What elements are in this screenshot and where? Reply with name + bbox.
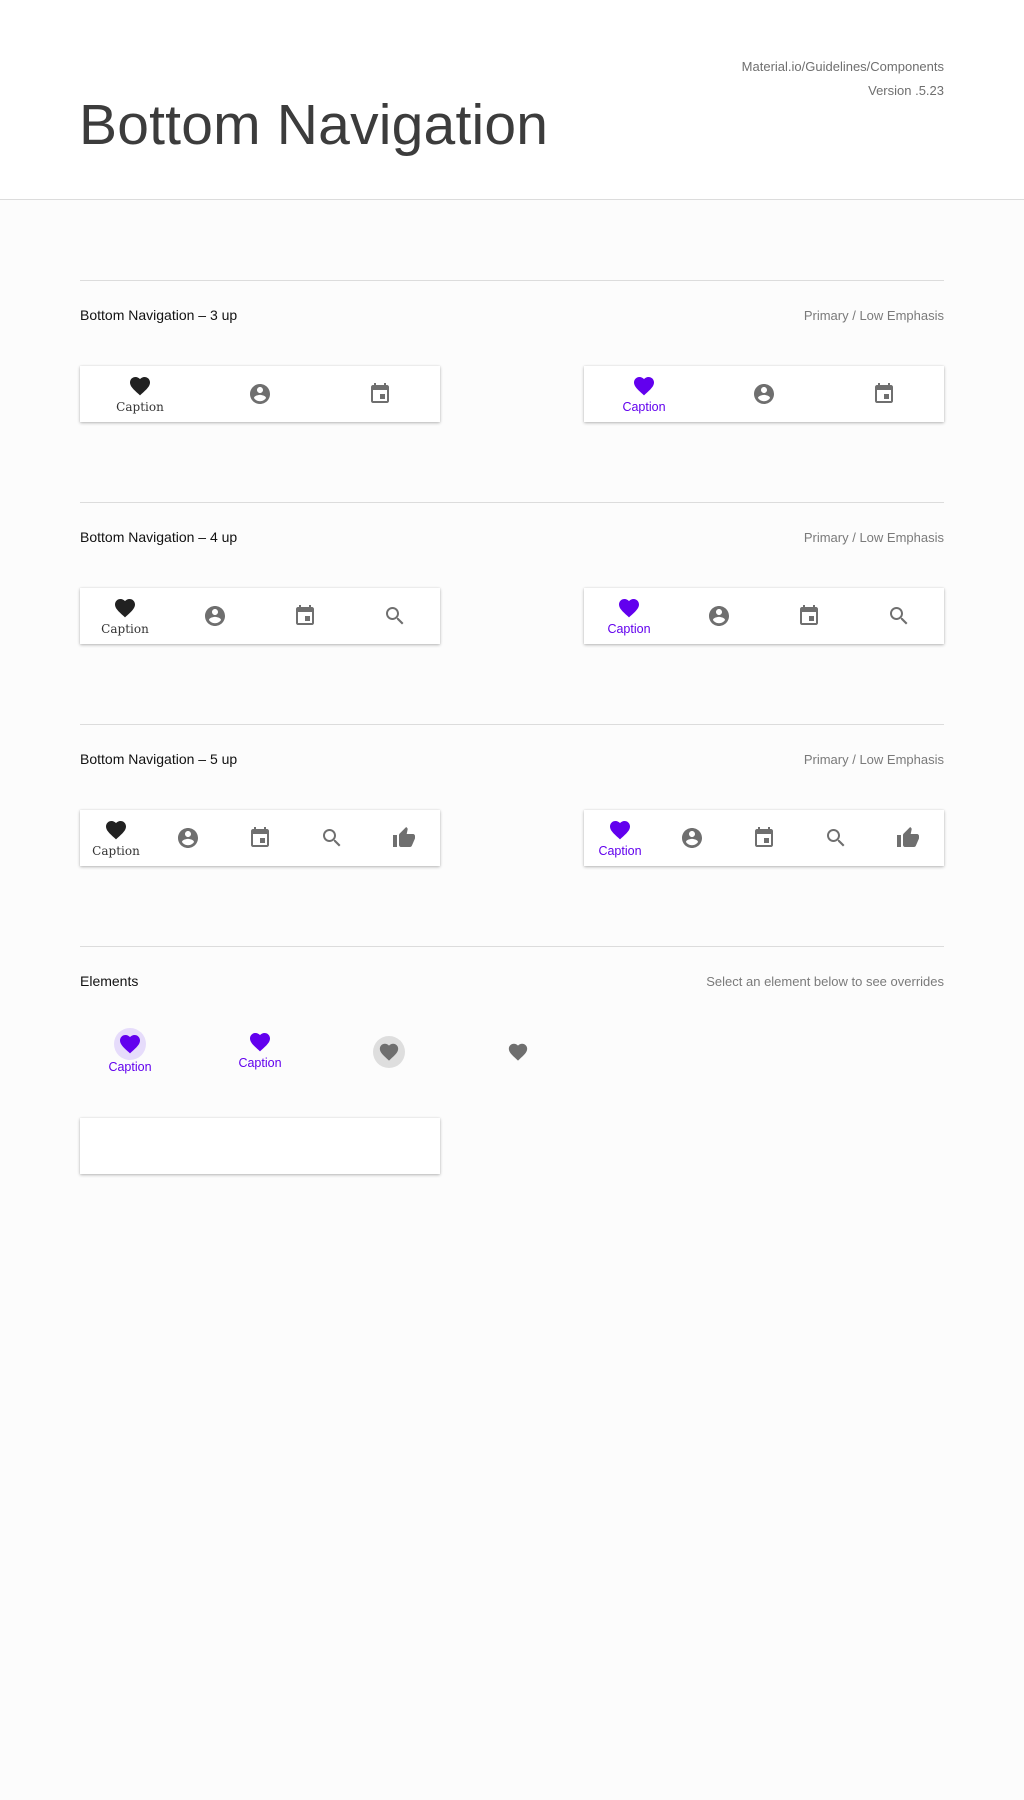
version-label: Version .5.23 [868,83,944,98]
heart-icon [115,599,135,618]
calendar-icon [800,605,818,625]
search-icon [386,607,404,625]
guidelines-path: Material.io/Guidelines/Components [741,59,944,74]
nav-caption: Caption [101,622,149,636]
bottom-nav-4up-primary: Caption [584,588,944,644]
nav-item-account[interactable] [704,366,824,422]
section-title: Bottom Navigation – 4 up [80,529,238,545]
section-subtitle: Primary / Low Emphasis [803,752,944,767]
heart-icon [508,1043,528,1061]
nav-item-account[interactable] [200,366,320,422]
section-subtitle: Primary / Low Emphasis [803,530,944,545]
nav-item-account[interactable] [656,810,728,866]
nav-item-favorites[interactable]: Caption [80,588,170,644]
nav-item-favorites[interactable]: Caption [584,810,656,866]
page-meta: Material.io/Guidelines/Components Versio… [742,55,944,103]
calendar-icon [371,383,389,403]
nav-item-search[interactable] [350,588,440,644]
focus-ripple [114,1028,146,1060]
focus-ripple [373,1036,405,1068]
calendar-icon [875,383,893,403]
nav-item-calendar[interactable] [260,588,350,644]
heart-icon [379,1043,399,1061]
account-circle-icon [205,606,225,626]
nav-item-calendar[interactable] [824,366,944,422]
nav-item-favorites[interactable]: Caption [584,588,674,644]
nav-item-favorites[interactable]: Caption [80,366,200,422]
heart-icon [634,377,654,396]
account-circle-icon [682,828,702,848]
element-inactive[interactable] [507,1041,529,1063]
heart-icon [120,1035,140,1054]
search-icon [827,829,845,847]
nav-item-like[interactable] [872,810,944,866]
calendar-icon [755,827,773,847]
nav-caption: Caption [598,844,642,858]
nav-item-search[interactable] [854,588,944,644]
heart-icon [106,821,126,840]
bottom-nav-5up-low-emphasis: Caption [80,810,440,866]
nav-item-account[interactable] [152,810,224,866]
nav-item-calendar[interactable] [764,588,854,644]
section-divider [80,946,944,947]
nav-item-search[interactable] [800,810,872,866]
bottom-nav-4up-low-emphasis: Caption [80,588,440,644]
element-active[interactable]: Caption [230,1030,290,1070]
heart-icon [250,1033,270,1052]
element-caption: Caption [108,1060,152,1074]
nav-item-calendar[interactable] [728,810,800,866]
section-subtitle: Select an element below to see overrides [706,974,944,989]
section-divider [80,502,944,503]
search-icon [323,829,341,847]
nav-item-account[interactable] [170,588,260,644]
bottom-nav-3up-low-emphasis: Caption [80,366,440,422]
bottom-nav-container-element[interactable] [80,1118,440,1174]
section-divider [80,280,944,281]
nav-item-calendar[interactable] [224,810,296,866]
search-icon [890,607,908,625]
heart-icon [610,821,630,840]
section-title: Bottom Navigation – 3 up [80,307,238,323]
nav-caption: Caption [92,844,140,858]
bottom-nav-3up-primary: Caption [584,366,944,422]
nav-caption: Caption [116,400,164,414]
account-circle-icon [178,828,198,848]
nav-item-favorites[interactable]: Caption [584,366,704,422]
heart-icon [130,377,150,396]
account-circle-icon [754,384,774,404]
thumb-up-icon [897,827,919,847]
element-caption: Caption [238,1056,282,1070]
nav-item-calendar[interactable] [320,366,440,422]
section-title: Bottom Navigation – 5 up [80,751,238,767]
page-header: Bottom Navigation Material.io/Guidelines… [0,0,1024,200]
account-circle-icon [250,384,270,404]
calendar-icon [251,827,269,847]
section-title: Elements [80,973,139,989]
section-subtitle: Primary / Low Emphasis [803,308,944,323]
heart-icon [619,599,639,618]
account-circle-icon [709,606,729,626]
nav-item-account[interactable] [674,588,764,644]
thumb-up-icon [393,827,415,847]
nav-caption: Caption [607,622,651,636]
element-active-focused[interactable]: Caption [100,1028,160,1074]
nav-caption: Caption [622,400,666,414]
element-inactive-focused[interactable] [373,1036,405,1068]
nav-item-search[interactable] [296,810,368,866]
nav-item-favorites[interactable]: Caption [80,810,152,866]
calendar-icon [296,605,314,625]
bottom-nav-5up-primary: Caption [584,810,944,866]
page-title: Bottom Navigation [79,93,549,157]
nav-item-like[interactable] [368,810,440,866]
section-divider [80,724,944,725]
